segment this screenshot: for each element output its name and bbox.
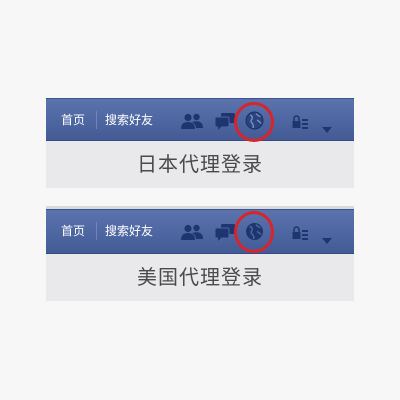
nav-home-link[interactable]: 首页 (61, 224, 85, 238)
usa-proxy-panel: 首页 搜索好友 美国代理登录 (46, 209, 354, 301)
panel-caption: 日本代理登录 (46, 141, 354, 188)
account-caret-icon[interactable] (322, 118, 332, 133)
friend-requests-icon[interactable] (180, 224, 204, 240)
japan-proxy-panel: 首页 搜索好友 日本代理登录 (46, 98, 354, 188)
privacy-lock-icon[interactable] (292, 225, 308, 240)
messages-icon[interactable] (214, 112, 236, 130)
facebook-top-bar: 首页 搜索好友 (46, 98, 354, 142)
nav-find-friends-link[interactable]: 搜索好友 (105, 113, 153, 127)
notifications-globe-icon[interactable] (245, 111, 264, 130)
panel-caption: 美国代理登录 (46, 254, 354, 301)
friend-requests-icon[interactable] (180, 113, 204, 129)
notifications-globe-icon[interactable] (245, 222, 264, 241)
nav-home-link[interactable]: 首页 (61, 113, 85, 127)
nav-divider (96, 222, 97, 240)
account-caret-icon[interactable] (322, 229, 332, 244)
facebook-top-bar: 首页 搜索好友 (46, 209, 354, 254)
nav-divider (96, 111, 97, 129)
nav-find-friends-link[interactable]: 搜索好友 (105, 224, 153, 238)
privacy-lock-icon[interactable] (292, 114, 308, 129)
messages-icon[interactable] (214, 223, 236, 241)
